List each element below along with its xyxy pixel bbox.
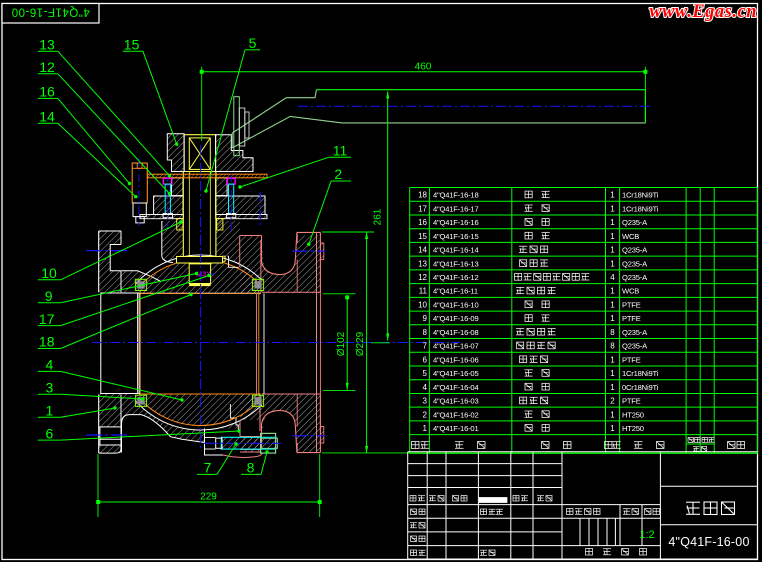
svg-text:4"Q41F-16-16: 4"Q41F-16-16 xyxy=(433,218,478,227)
svg-text:18: 18 xyxy=(418,191,427,200)
svg-text:1: 1 xyxy=(610,300,615,309)
svg-text:4"Q41F-16-12: 4"Q41F-16-12 xyxy=(433,273,478,282)
svg-text:4"Q41F-16-13: 4"Q41F-16-13 xyxy=(433,259,478,268)
svg-text:14: 14 xyxy=(418,246,427,255)
svg-text:1: 1 xyxy=(610,232,615,241)
svg-text:4"Q41F-16-08: 4"Q41F-16-08 xyxy=(433,328,478,337)
svg-text:3: 3 xyxy=(46,380,54,396)
svg-text:1:2: 1:2 xyxy=(639,529,654,541)
svg-text:1Cr18Ni9Ti: 1Cr18Ni9Ti xyxy=(622,369,659,378)
svg-text:18: 18 xyxy=(39,334,55,350)
svg-text:4"Q41F-16-03: 4"Q41F-16-03 xyxy=(433,397,478,406)
svg-text:4"Q41F-16-04: 4"Q41F-16-04 xyxy=(433,383,478,392)
svg-text:15: 15 xyxy=(418,232,427,241)
svg-text:1: 1 xyxy=(610,410,615,419)
svg-text:HT250: HT250 xyxy=(622,410,644,419)
svg-text:13: 13 xyxy=(39,36,55,52)
svg-text:8: 8 xyxy=(423,328,428,337)
svg-text:13: 13 xyxy=(418,259,427,268)
svg-text:4"Q41F-16-15: 4"Q41F-16-15 xyxy=(433,232,478,241)
svg-text:4"Q41F-16-18: 4"Q41F-16-18 xyxy=(433,191,478,200)
svg-text:WCB: WCB xyxy=(622,287,639,296)
svg-text:PTFE: PTFE xyxy=(622,355,641,364)
svg-text:17: 17 xyxy=(418,204,427,213)
svg-text:Ø102: Ø102 xyxy=(336,331,347,356)
svg-text:1Cr18Ni9Ti: 1Cr18Ni9Ti xyxy=(622,204,659,213)
svg-text:1: 1 xyxy=(610,383,615,392)
svg-text:8: 8 xyxy=(610,342,615,351)
svg-text:0Cr18Ni9Ti: 0Cr18Ni9Ti xyxy=(622,383,659,392)
svg-text:Q235-A: Q235-A xyxy=(622,342,648,351)
svg-text:4"Q41F-16-00: 4"Q41F-16-00 xyxy=(668,535,749,549)
svg-text:Q235-A: Q235-A xyxy=(622,328,648,337)
svg-text:PTFE: PTFE xyxy=(622,397,641,406)
svg-text:4"Q41F-16-14: 4"Q41F-16-14 xyxy=(433,246,478,255)
svg-text:1Cr18Ni9Ti: 1Cr18Ni9Ti xyxy=(622,191,659,200)
svg-text:4"Q41F-16-06: 4"Q41F-16-06 xyxy=(433,355,478,364)
svg-text:4"Q41F-16-02: 4"Q41F-16-02 xyxy=(433,410,478,419)
svg-text:7: 7 xyxy=(204,460,212,476)
svg-text:7: 7 xyxy=(423,342,428,351)
svg-text:1: 1 xyxy=(610,424,615,433)
svg-text:4"Q41F-16-09: 4"Q41F-16-09 xyxy=(433,314,478,323)
svg-text:10: 10 xyxy=(41,265,57,281)
svg-text:Q235-A: Q235-A xyxy=(622,246,648,255)
svg-text:Ø229: Ø229 xyxy=(355,331,366,356)
svg-text:Q235-A: Q235-A xyxy=(622,259,648,268)
svg-text:PTFE: PTFE xyxy=(622,314,641,323)
svg-text:4: 4 xyxy=(46,357,54,373)
svg-text:10: 10 xyxy=(418,300,427,309)
svg-text:4"Q41F-16-17: 4"Q41F-16-17 xyxy=(433,204,478,213)
svg-text:4"Q41F-16-00: 4"Q41F-16-00 xyxy=(11,6,89,18)
svg-text:1: 1 xyxy=(610,287,615,296)
svg-text:4"Q41F-16-01: 4"Q41F-16-01 xyxy=(433,424,478,433)
svg-text:1: 1 xyxy=(610,369,615,378)
svg-text:5: 5 xyxy=(249,35,257,51)
svg-text:1: 1 xyxy=(610,191,615,200)
svg-text:6: 6 xyxy=(423,355,428,364)
svg-text:12: 12 xyxy=(418,273,427,282)
svg-text:Q235-A: Q235-A xyxy=(622,218,648,227)
svg-text:1: 1 xyxy=(610,246,615,255)
svg-text:HT250: HT250 xyxy=(622,424,644,433)
svg-text:16: 16 xyxy=(39,84,55,100)
svg-text:4"Q41F-16-10: 4"Q41F-16-10 xyxy=(433,300,478,309)
svg-text:9: 9 xyxy=(45,288,53,304)
svg-text:1: 1 xyxy=(610,259,615,268)
svg-text:WCB: WCB xyxy=(622,232,639,241)
svg-text:5: 5 xyxy=(423,369,428,378)
svg-text:4: 4 xyxy=(610,273,615,282)
svg-text:14: 14 xyxy=(39,108,55,124)
svg-text:4"Q41F-16-05: 4"Q41F-16-05 xyxy=(433,369,478,378)
svg-text:1: 1 xyxy=(46,402,54,418)
svg-text:9: 9 xyxy=(423,314,428,323)
svg-text:4: 4 xyxy=(423,383,428,392)
svg-text:16: 16 xyxy=(418,218,427,227)
svg-text:11: 11 xyxy=(419,287,428,296)
svg-text:4"Q41F-16-11: 4"Q41F-16-11 xyxy=(433,287,478,296)
svg-text:15: 15 xyxy=(124,36,140,52)
svg-text:17: 17 xyxy=(39,311,55,327)
svg-text:229: 229 xyxy=(200,492,217,503)
svg-text:1: 1 xyxy=(423,424,428,433)
svg-text:12: 12 xyxy=(39,59,55,75)
svg-text:2: 2 xyxy=(334,166,342,182)
svg-text:1: 1 xyxy=(610,314,615,323)
svg-text:Q235-A: Q235-A xyxy=(622,273,648,282)
svg-text:8: 8 xyxy=(610,328,615,337)
svg-text:2: 2 xyxy=(423,410,428,419)
svg-text:11: 11 xyxy=(333,142,348,158)
svg-text:6: 6 xyxy=(46,425,54,441)
svg-text:1: 1 xyxy=(610,218,615,227)
svg-text:8: 8 xyxy=(247,460,255,476)
svg-text:1: 1 xyxy=(610,204,615,213)
svg-text:3: 3 xyxy=(423,397,428,406)
svg-text:261: 261 xyxy=(373,208,384,225)
svg-text:2: 2 xyxy=(610,397,615,406)
svg-text:460: 460 xyxy=(415,62,432,73)
svg-text:www.Egas.cn: www.Egas.cn xyxy=(649,2,757,22)
svg-text:1: 1 xyxy=(610,355,615,364)
svg-text:4"Q41F-16-07: 4"Q41F-16-07 xyxy=(433,342,478,351)
svg-text:PTFE: PTFE xyxy=(622,300,641,309)
